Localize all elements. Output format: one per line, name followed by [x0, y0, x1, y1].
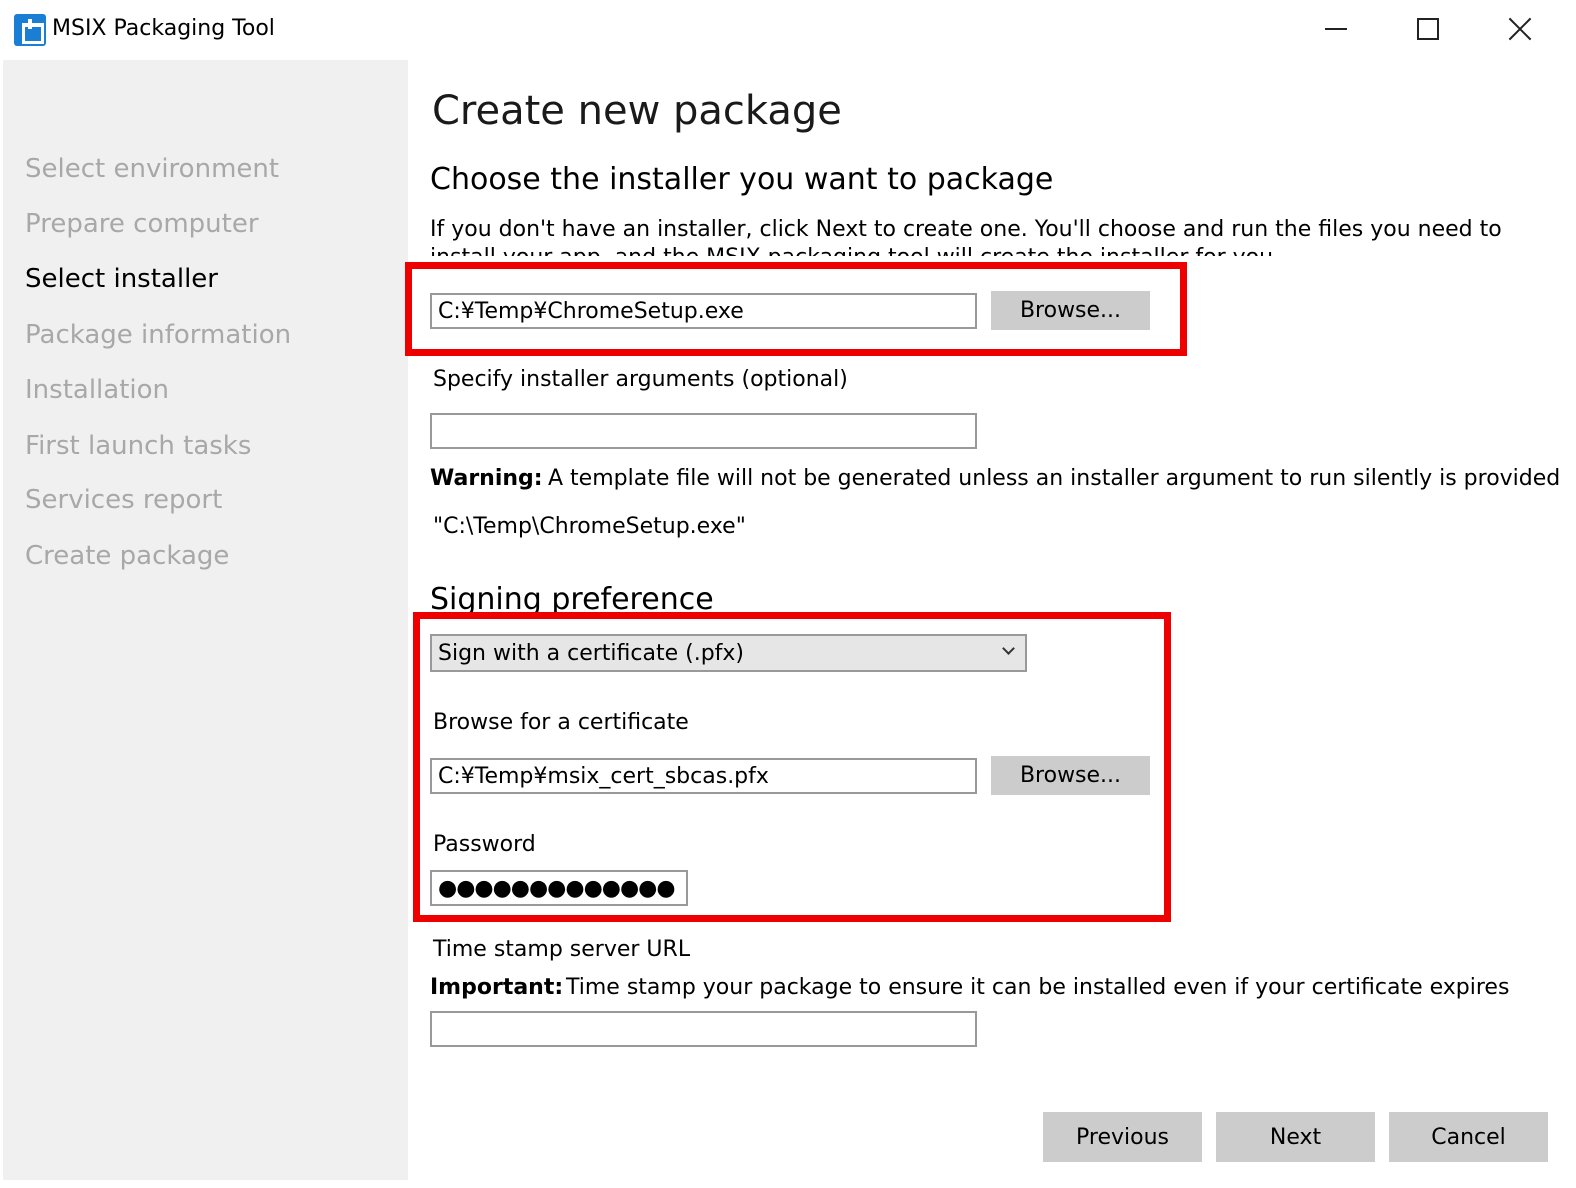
msix-app-icon: [14, 14, 46, 46]
sidebar-item-create-package: Create package: [25, 541, 230, 571]
maximize-button[interactable]: [1382, 0, 1474, 58]
sidebar-item-select-installer: Select installer: [25, 264, 218, 294]
page-title: Create new package: [432, 88, 842, 134]
warning-label: Warning:: [430, 466, 543, 491]
warning-text: A template file will not be generated un…: [548, 466, 1561, 491]
maximize-icon: [1417, 18, 1439, 40]
command-preview: "C:\Temp\ChromeSetup.exe": [433, 514, 746, 539]
important-label: Important:: [430, 975, 564, 1000]
sidebar-item-select-environment: Select environment: [25, 154, 280, 184]
close-icon: [1508, 17, 1532, 41]
window-title: MSIX Packaging Tool: [52, 16, 275, 41]
installer-description: If you don't have an installer, click Ne…: [430, 217, 1502, 256]
installer-heading: Choose the installer you want to package: [430, 162, 1054, 197]
next-button[interactable]: Next: [1216, 1112, 1375, 1162]
installer-args-label: Specify installer arguments (optional): [433, 367, 848, 392]
timestamp-label: Time stamp server URL: [433, 937, 691, 962]
timestamp-url-input[interactable]: [430, 1011, 977, 1047]
cancel-button[interactable]: Cancel: [1389, 1112, 1548, 1162]
installer-highlight-box: [405, 262, 1187, 356]
important-text: Time stamp your package to ensure it can…: [566, 975, 1510, 1000]
main-content: Create new package Choose the installer …: [405, 60, 1576, 1188]
minimize-icon: [1325, 28, 1347, 30]
sidebar-item-package-information: Package information: [25, 320, 292, 350]
wizard-sidebar: Select environment Prepare computer Sele…: [3, 60, 408, 1180]
installer-args-input[interactable]: [430, 413, 977, 449]
signing-highlight-box: [413, 612, 1171, 922]
minimize-button[interactable]: [1290, 0, 1382, 58]
sidebar-item-installation: Installation: [25, 375, 170, 405]
close-button[interactable]: [1474, 0, 1566, 58]
title-bar: MSIX Packaging Tool: [0, 0, 1576, 60]
sidebar-item-first-launch-tasks: First launch tasks: [25, 431, 252, 461]
previous-button[interactable]: Previous: [1043, 1112, 1202, 1162]
sidebar-item-services-report: Services report: [25, 485, 223, 515]
sidebar-item-prepare-computer: Prepare computer: [25, 209, 259, 239]
